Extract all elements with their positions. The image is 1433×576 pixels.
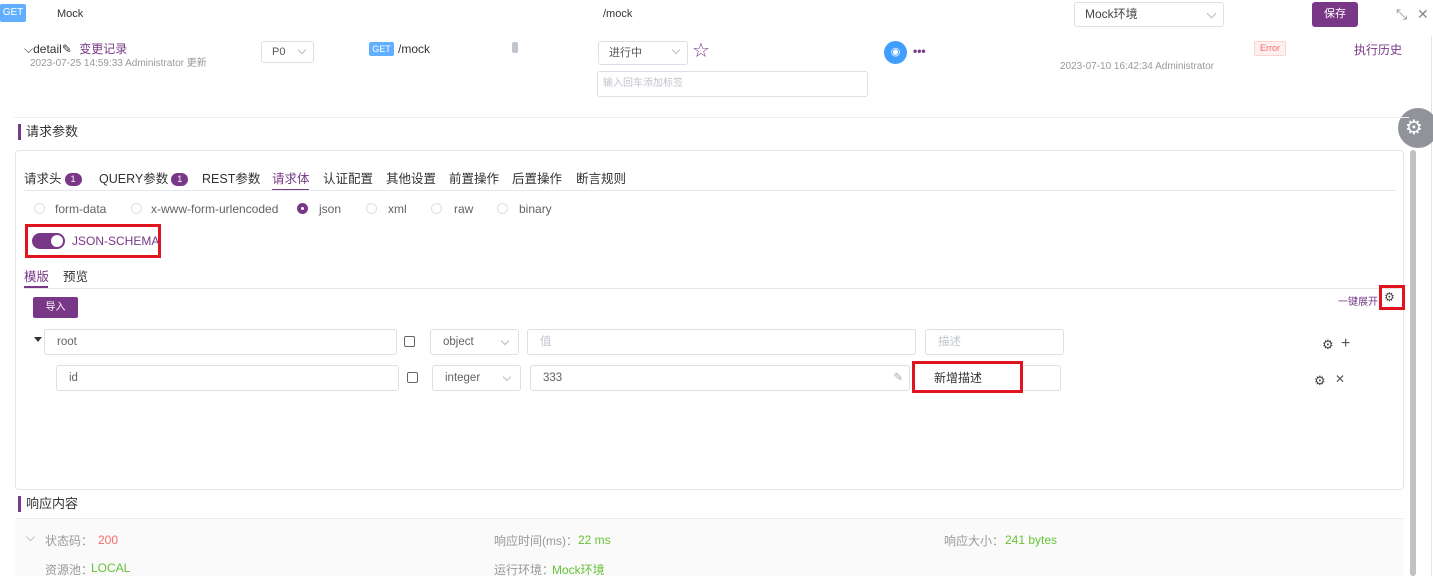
tag-input[interactable]: 输入回车添加标签 [597,71,868,97]
id-settings-icon[interactable]: ⚙ [1314,373,1326,389]
method-tag: GET [0,4,26,22]
chevron-down-icon [1206,8,1217,19]
radio-binary-label: binary [519,202,552,216]
tab-pre[interactable]: 前置操作 [449,168,499,187]
import-button[interactable]: 导入 [33,297,78,318]
radio-form-data[interactable] [34,203,45,214]
chevron-down-icon [671,45,681,55]
star-icon[interactable]: ☆ [692,40,710,62]
edit-icon[interactable]: ✎ [893,366,903,390]
schema-root-required-checkbox[interactable] [404,336,415,347]
env-value: Mock环境 [552,563,605,576]
status-label: 状态码： [45,534,94,548]
schema-id-type-select[interactable]: integer [432,365,521,391]
schema-id-value-input[interactable]: 333 ✎ [530,365,910,391]
response-panel [15,518,1404,576]
radio-urlencoded-label: x-www-form-urlencoded [151,202,279,216]
more-icon[interactable]: ••• [913,44,926,58]
collapse-chevron-icon[interactable]: ⌵ [26,530,35,545]
env-label: 运行环境： [494,563,555,576]
environment-select-value: Mock环境 [1085,7,1138,21]
float-settings-icon[interactable]: ⚙ [1398,108,1433,148]
priority-select[interactable]: P0 [261,41,314,63]
chevron-down-icon [502,372,512,382]
pool-value: LOCAL [91,561,131,575]
time-value: 22 ms [578,533,611,547]
priority-value: P0 [272,46,286,58]
drag-handle[interactable] [512,42,518,53]
json-schema-toggle[interactable] [32,233,65,249]
status-value: 进行中 [609,47,642,59]
history-link[interactable]: 执行历史 [1354,41,1402,58]
request-section-title: 请求参数 [18,124,78,140]
radio-raw[interactable] [431,203,442,214]
status-value: 200 [98,533,119,547]
add-field-icon[interactable]: + [1341,335,1350,353]
tab-query[interactable]: QUERY参数 1 [99,168,189,187]
radio-form-data-label: form-data [55,202,107,216]
caret-down-icon[interactable] [34,337,42,342]
last-run-info: 2023-07-10 16:42:34 Administrator [1060,61,1214,72]
tab-assert[interactable]: 断言规则 [576,168,626,187]
radio-xml-label: xml [388,202,407,216]
info-path: /mock [398,42,431,56]
subtab-preview[interactable]: 预览 [63,266,88,285]
scrollbar[interactable] [1410,150,1416,576]
schema-root-desc-input[interactable]: 描述 [925,329,1064,355]
tab-body[interactable]: 请求体 [272,168,310,187]
radio-urlencoded[interactable] [131,203,142,214]
schema-root-value-input[interactable]: 值 [527,329,916,355]
updated-info: 2023-07-25 14:59:33 Administrator 更新 [30,58,207,69]
expand-all-link[interactable]: 一键展开 [1338,293,1378,308]
radio-binary[interactable] [497,203,508,214]
save-button[interactable]: 保存 [1312,2,1358,27]
tab-headers[interactable]: 请求头 1 [24,168,82,187]
status-select[interactable]: 进行中 [598,41,688,65]
radio-json-label: json [319,202,342,216]
api-path: /mock [603,8,633,20]
api-name: Mock [57,8,84,20]
radio-json[interactable] [297,203,308,214]
radio-xml[interactable] [366,203,377,214]
environment-select[interactable]: Mock环境 [1074,2,1224,27]
schema-id-desc-input[interactable]: 新增描述 [912,361,1023,393]
headers-count-badge: 1 [64,173,82,187]
chevron-down-icon [500,336,510,346]
radio-raw-label: raw [454,202,474,216]
info-divider [14,117,1409,118]
tab-rest[interactable]: REST参数 [202,168,260,187]
tab-post[interactable]: 后置操作 [512,168,562,187]
schema-root-name[interactable]: root [44,329,397,355]
size-value: 241 bytes [1005,533,1058,547]
response-section-title: 响应内容 [18,496,78,512]
size-label: 响应大小： [944,534,1005,548]
info-method-tag: GET [369,42,394,56]
request-panel [15,150,1404,490]
query-count-badge: 1 [171,173,189,187]
schema-id-required-checkbox[interactable] [407,372,418,383]
close-icon[interactable]: ✕ [1417,6,1429,23]
remove-field-icon[interactable]: ✕ [1335,372,1345,386]
tab-other[interactable]: 其他设置 [386,168,436,187]
schema-settings-icon[interactable]: ⚙ [1384,290,1395,304]
result-badge: Error [1254,41,1286,56]
tab-auth[interactable]: 认证配置 [323,168,373,187]
tabs-divider [24,190,1396,191]
time-label: 响应时间(ms)： [494,534,578,548]
subtab-template[interactable]: 模版 [24,266,49,285]
schema-root-type-select[interactable]: object [430,329,519,355]
root-settings-icon[interactable]: ⚙ [1322,337,1334,353]
subtabs-divider [24,288,1404,289]
pool-label: 资源池： [45,563,94,576]
run-icon[interactable]: ◉ [884,41,907,64]
chevron-down-icon [297,45,307,55]
shrink-icon[interactable]: ⤡ [1396,6,1407,23]
json-schema-label: JSON-SCHEMA [72,234,160,248]
schema-id-name[interactable]: id [56,365,399,391]
